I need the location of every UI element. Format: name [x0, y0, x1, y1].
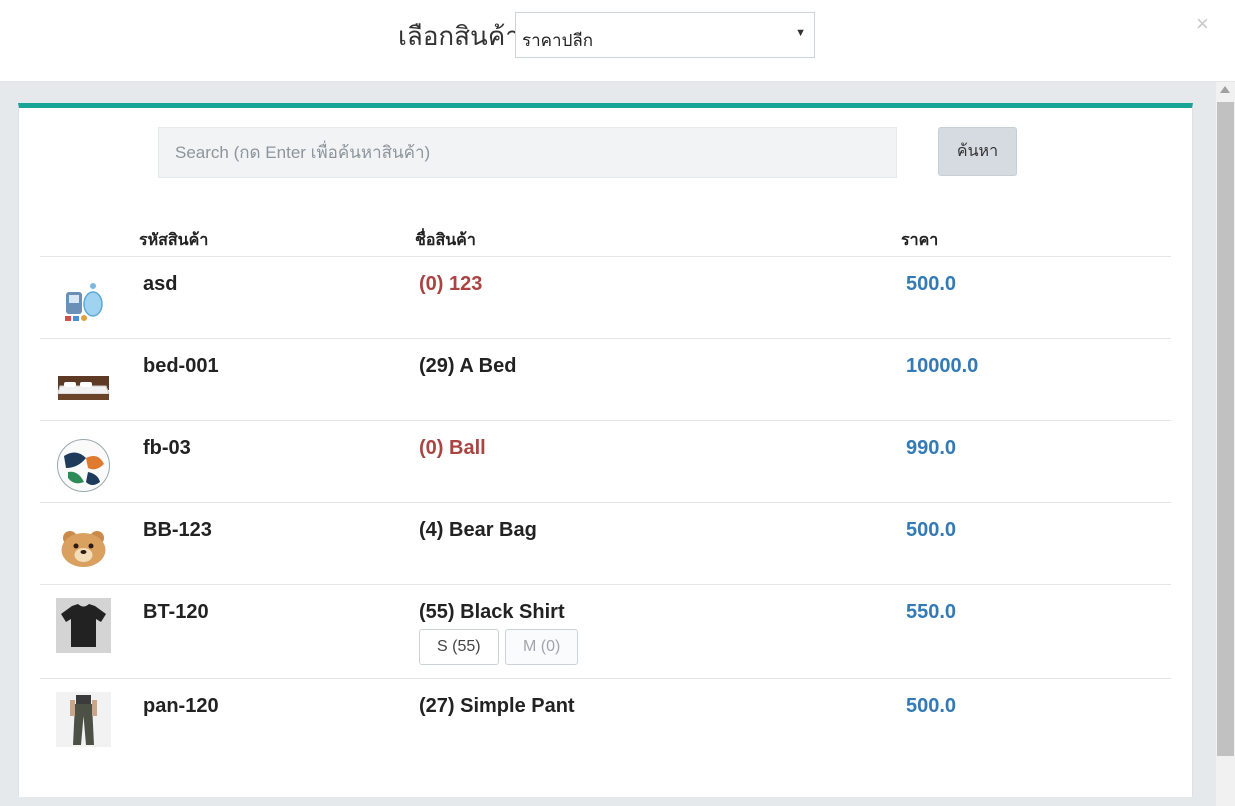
bed-image — [56, 356, 111, 411]
product-name[interactable]: (4) Bear Bag — [419, 519, 537, 542]
select-product-label: เลือกสินค้า — [398, 21, 520, 51]
table-row[interactable]: fb-03 (0) Ball 990.0 — [40, 420, 1171, 503]
product-name[interactable]: (55) Black Shirt — [419, 601, 565, 624]
chevron-down-icon: ▼ — [795, 27, 806, 39]
product-code: pan-120 — [143, 695, 219, 717]
product-code: asd — [143, 273, 178, 295]
appliance-icon — [56, 274, 111, 329]
table-row[interactable]: BB-123 (4) Bear Bag 500.0 — [40, 502, 1171, 585]
variant-button-m[interactable]: M (0) — [505, 629, 579, 665]
column-header-name: ชื่อสินค้า — [415, 232, 476, 249]
product-price: 990.0 — [906, 437, 957, 459]
product-price: 500.0 — [906, 273, 957, 295]
column-header-code: รหัสสินค้า — [139, 232, 209, 249]
variant-button-s[interactable]: S (55) — [419, 629, 499, 665]
column-header-price: ราคา — [901, 232, 939, 249]
scroll-up-arrow-icon[interactable] — [1220, 86, 1230, 93]
table-row[interactable]: asd (0) 123 500.0 — [40, 256, 1171, 339]
modal-header: เลือกสินค้า ราคาปลีก ▼ × — [0, 0, 1235, 82]
table-row[interactable]: BT-120 (55) Black Shirt 550.0 S (55) M (… — [40, 584, 1171, 679]
bear-bag-image — [56, 520, 111, 575]
product-code: bed-001 — [143, 355, 219, 377]
pant-image — [56, 692, 111, 747]
close-icon[interactable]: × — [1196, 12, 1209, 36]
table-row[interactable]: pan-120 (27) Simple Pant 500.0 — [40, 678, 1171, 769]
product-code: BT-120 — [143, 601, 209, 623]
product-name[interactable]: (27) Simple Pant — [419, 695, 575, 718]
scrollbar[interactable] — [1216, 82, 1235, 806]
search-input[interactable] — [158, 127, 897, 178]
search-button[interactable]: ค้นหา — [938, 127, 1017, 176]
product-name[interactable]: (0) Ball — [419, 437, 486, 460]
product-name[interactable]: (29) A Bed — [419, 355, 516, 378]
black-shirt-image — [56, 598, 111, 653]
price-type-select[interactable]: ราคาปลีก ▼ — [515, 12, 815, 58]
product-price: 550.0 — [906, 601, 957, 623]
football-image — [56, 438, 111, 493]
product-code: fb-03 — [143, 437, 191, 459]
product-panel: ค้นหา รหัสสินค้า ชื่อสินค้า ราคา asd (0)… — [18, 103, 1193, 797]
product-price: 500.0 — [906, 695, 957, 717]
table-row[interactable]: bed-001 (29) A Bed 10000.0 — [40, 338, 1171, 421]
product-name[interactable]: (0) 123 — [419, 273, 482, 296]
scroll-thumb[interactable] — [1217, 102, 1234, 756]
price-type-value: ราคาปลีก — [522, 31, 594, 50]
product-price: 500.0 — [906, 519, 957, 541]
product-code: BB-123 — [143, 519, 212, 541]
product-price: 10000.0 — [906, 355, 979, 377]
